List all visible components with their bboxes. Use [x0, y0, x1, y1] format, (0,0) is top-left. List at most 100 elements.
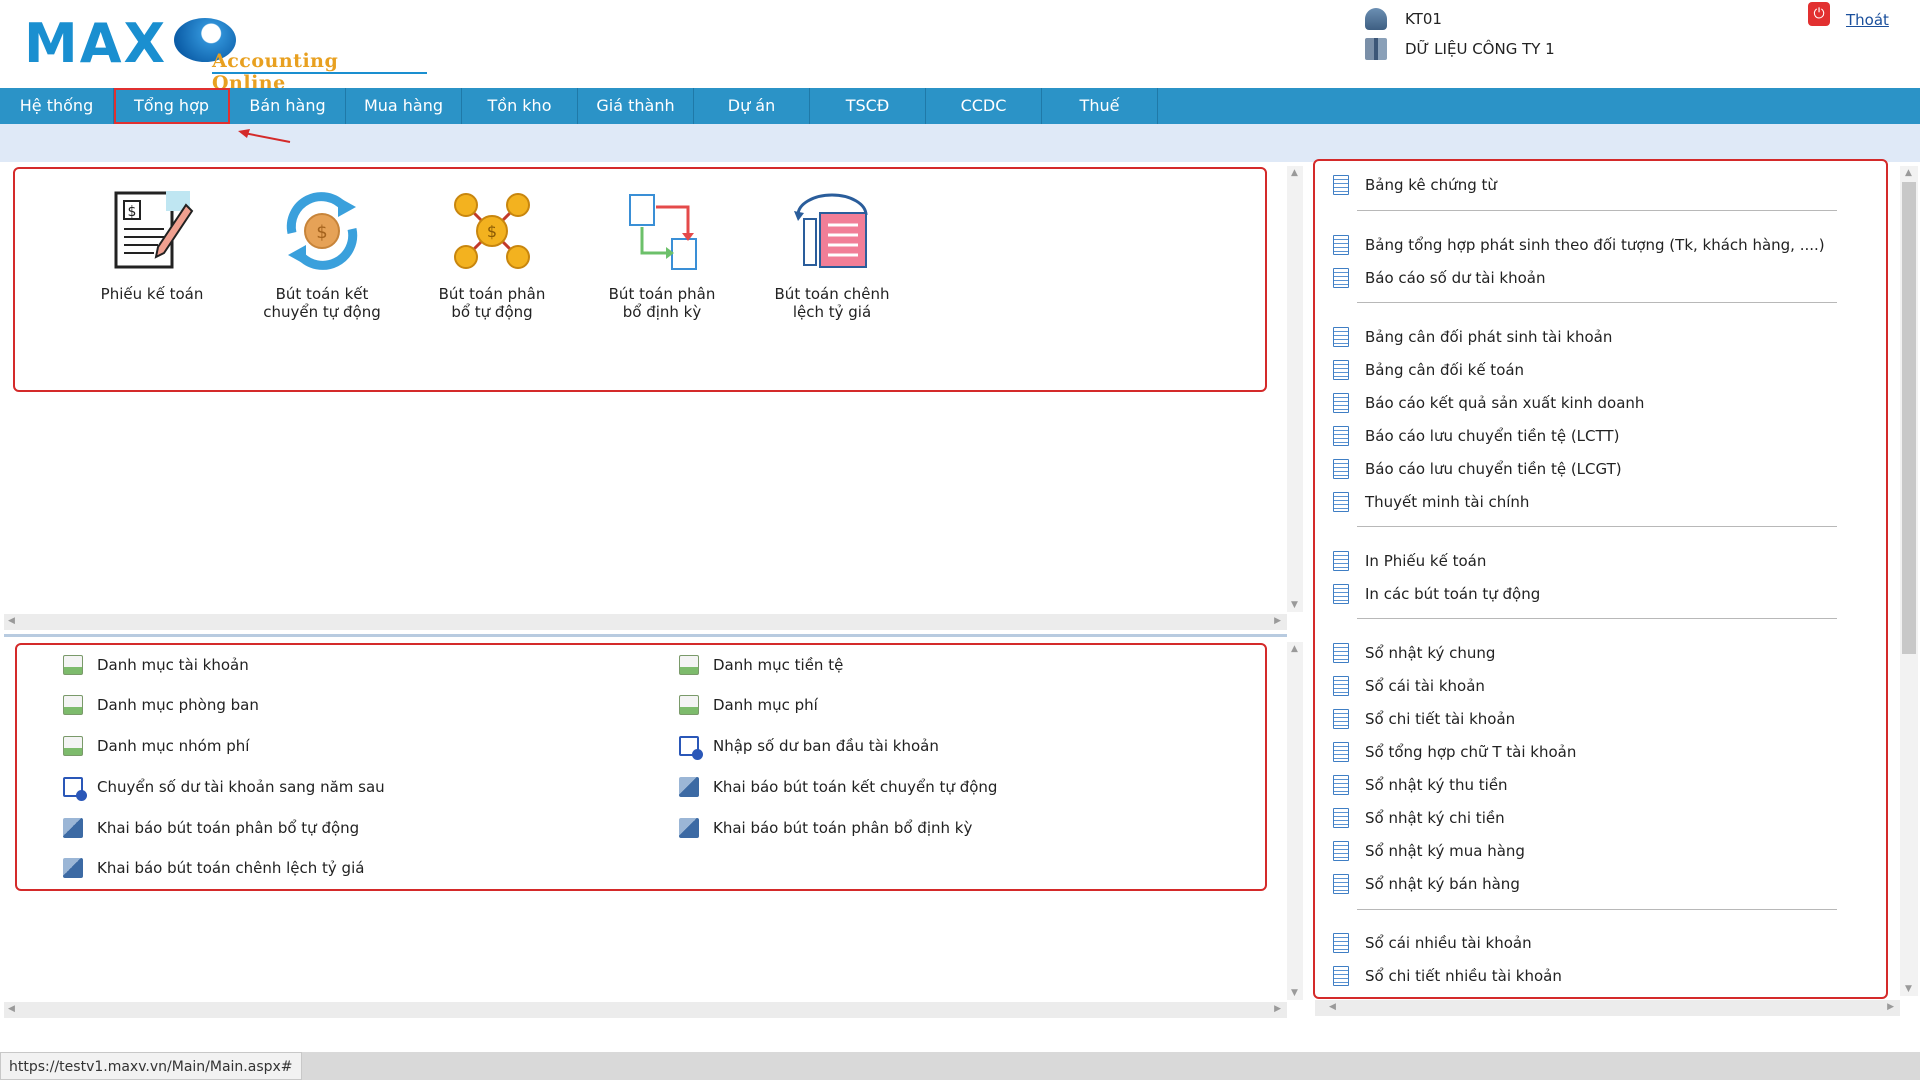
- menu-tscd[interactable]: TSCĐ: [810, 88, 926, 124]
- report-label: Sổ chi tiết nhiều tài khoản: [1365, 967, 1562, 985]
- cat-chuyen-so-du[interactable]: Chuyển số dư tài khoản sang năm sau: [63, 777, 385, 801]
- lower-vertical-scrollbar[interactable]: ▲ ▼: [1287, 642, 1303, 1000]
- cube-icon: [679, 818, 699, 838]
- scroll-left-icon[interactable]: ◀: [8, 1004, 15, 1014]
- report-label: Bảng kê chứng từ: [1365, 176, 1497, 194]
- cat-danh-muc-tai-khoan[interactable]: Danh mục tài khoản: [63, 655, 249, 675]
- scroll-down-icon[interactable]: ▼: [1291, 988, 1298, 998]
- report-item[interactable]: Sổ chi tiết nhiều tài khoản: [1333, 966, 1562, 986]
- report-icon: [1333, 268, 1349, 288]
- panel-splitter[interactable]: [4, 634, 1287, 637]
- report-separator: [1357, 526, 1837, 527]
- report-item[interactable]: In các bút toán tự động: [1333, 584, 1540, 604]
- cat-danh-muc-phi[interactable]: Danh mục phí: [679, 695, 818, 715]
- user-icon: [1365, 8, 1387, 30]
- cat-label: Danh mục phí: [713, 696, 818, 714]
- menu-mua-hang[interactable]: Mua hàng: [346, 88, 462, 124]
- upper-vertical-scrollbar[interactable]: ▲ ▼: [1287, 166, 1303, 612]
- right-vertical-scrollbar[interactable]: ▲ ▼: [1900, 166, 1918, 996]
- report-item[interactable]: Sổ chi tiết tài khoản: [1333, 709, 1515, 729]
- report-item[interactable]: Báo cáo lưu chuyển tiền tệ (LCTT): [1333, 426, 1619, 446]
- tile-ket-chuyen-tu-dong[interactable]: $ Bút toán kết chuyển tự động: [257, 189, 387, 321]
- report-item[interactable]: Sổ nhật ký chung: [1333, 643, 1495, 663]
- cat-khai-bao-phan-bo-tu-dong[interactable]: Khai báo bút toán phân bổ tự động: [63, 818, 359, 838]
- scroll-up-icon[interactable]: ▲: [1291, 644, 1298, 654]
- tile-label: Bút toán kết chuyển tự động: [263, 285, 381, 321]
- report-item[interactable]: Bảng kê chứng từ: [1333, 175, 1497, 195]
- report-item[interactable]: Thuyết minh tài chính: [1333, 492, 1529, 512]
- menu-ton-kho[interactable]: Tồn kho: [462, 88, 578, 124]
- tile-phan-bo-tu-dong[interactable]: $ Bút toán phân bổ tự động: [427, 189, 557, 321]
- menu-ban-hang[interactable]: Bán hàng: [230, 88, 346, 124]
- user-info: KT01 DỮ LIỆU CÔNG TY 1: [1365, 8, 1665, 68]
- menu-thue[interactable]: Thuế: [1042, 88, 1158, 124]
- cat-danh-muc-nhom-phi[interactable]: Danh mục nhóm phí: [63, 736, 249, 756]
- lower-horizontal-scrollbar[interactable]: ◀ ▶: [4, 1002, 1287, 1018]
- cat-khai-bao-chenh-lech-ty-gia[interactable]: Khai báo bút toán chênh lệch tỷ giá: [63, 858, 364, 878]
- company-row: DỮ LIỆU CÔNG TY 1: [1365, 38, 1555, 60]
- max-logo[interactable]: MAX Accounting Online: [24, 10, 427, 94]
- cat-label: Khai báo bút toán kết chuyển tự động: [713, 778, 998, 796]
- report-icon: [1333, 584, 1349, 604]
- report-icon: [1333, 175, 1349, 195]
- menu-du-an[interactable]: Dự án: [694, 88, 810, 124]
- cat-label: Danh mục phòng ban: [97, 696, 259, 714]
- list-icon: [63, 695, 83, 715]
- report-item[interactable]: Sổ nhật ký chi tiền: [1333, 808, 1505, 828]
- scroll-up-icon[interactable]: ▲: [1905, 168, 1912, 178]
- list-icon: [63, 736, 83, 756]
- menu-ccdc[interactable]: CCDC: [926, 88, 1042, 124]
- tile-phieu-ke-toan[interactable]: $ Phiếu kế toán: [87, 189, 217, 303]
- menu-tong-hop[interactable]: Tổng hợp: [114, 88, 230, 124]
- annotation-arrow-icon: [238, 129, 291, 143]
- reports-panel: Bảng kê chứng từ Bảng tổng hợp phát sinh…: [1313, 159, 1888, 999]
- logout-link[interactable]: Thoát: [1846, 11, 1889, 29]
- tile-chenh-lech-ty-gia[interactable]: Bút toán chênh lệch tỷ giá: [767, 189, 897, 321]
- list-icon: [679, 695, 699, 715]
- report-item[interactable]: Sổ cái nhiều tài khoản: [1333, 933, 1532, 953]
- cat-khai-bao-ket-chuyen[interactable]: Khai báo bút toán kết chuyển tự động: [679, 777, 997, 797]
- report-item[interactable]: Sổ tổng hợp chữ T tài khoản: [1333, 742, 1576, 762]
- report-item[interactable]: Sổ nhật ký bán hàng: [1333, 874, 1520, 894]
- report-item[interactable]: Bảng tổng hợp phát sinh theo đối tượng (…: [1333, 235, 1825, 255]
- report-icon: [1333, 426, 1349, 446]
- scroll-right-icon[interactable]: ▶: [1274, 1004, 1281, 1014]
- transfer-icon: [63, 777, 87, 801]
- cat-danh-muc-tien-te[interactable]: Danh mục tiền tệ: [679, 655, 843, 675]
- scroll-right-icon[interactable]: ▶: [1887, 1002, 1894, 1012]
- cat-nhap-so-du-ban-dau[interactable]: Nhập số dư ban đầu tài khoản: [679, 736, 939, 760]
- report-item[interactable]: Báo cáo kết quả sản xuất kinh doanh: [1333, 393, 1644, 413]
- cat-label: Danh mục tiền tệ: [713, 656, 844, 674]
- report-item[interactable]: Sổ nhật ký mua hàng: [1333, 841, 1525, 861]
- report-item[interactable]: Báo cáo lưu chuyển tiền tệ (LCGT): [1333, 459, 1622, 479]
- report-item[interactable]: Sổ cái tài khoản: [1333, 676, 1485, 696]
- report-label: Sổ nhật ký mua hàng: [1365, 842, 1525, 860]
- scroll-down-icon[interactable]: ▼: [1291, 600, 1298, 610]
- menu-gia-thanh[interactable]: Giá thành: [578, 88, 694, 124]
- cat-label: Nhập số dư ban đầu tài khoản: [713, 737, 939, 755]
- upper-horizontal-scrollbar[interactable]: ◀ ▶: [4, 614, 1287, 630]
- report-label: In Phiếu kế toán: [1365, 552, 1487, 570]
- scroll-up-icon[interactable]: ▲: [1291, 168, 1298, 178]
- cat-khai-bao-phan-bo-dinh-ky[interactable]: Khai báo bút toán phân bổ định kỳ: [679, 818, 972, 838]
- report-label: Báo cáo lưu chuyển tiền tệ (LCGT): [1365, 460, 1622, 478]
- report-label: Bảng cân đối kế toán: [1365, 361, 1525, 379]
- voucher-icon: $: [114, 191, 194, 269]
- right-horizontal-scrollbar[interactable]: ◀ ▶: [1315, 1000, 1900, 1016]
- cat-danh-muc-phong-ban[interactable]: Danh mục phòng ban: [63, 695, 259, 715]
- report-item[interactable]: Bảng cân đối phát sinh tài khoản: [1333, 327, 1612, 347]
- report-item[interactable]: Bảng cân đối kế toán: [1333, 360, 1524, 380]
- tile-phan-bo-dinh-ky[interactable]: Bút toán phân bổ định kỳ: [597, 189, 727, 321]
- report-item[interactable]: Sổ nhật ký thu tiền: [1333, 775, 1508, 795]
- menu-he-thong[interactable]: Hệ thống: [0, 88, 114, 124]
- scroll-down-icon[interactable]: ▼: [1905, 984, 1912, 994]
- cat-label: Chuyển số dư tài khoản sang năm sau: [97, 778, 385, 796]
- scroll-left-icon[interactable]: ◀: [1329, 1002, 1336, 1012]
- scroll-left-icon[interactable]: ◀: [8, 616, 15, 626]
- power-icon[interactable]: ⏻: [1808, 2, 1830, 26]
- report-label: Thuyết minh tài chính: [1365, 493, 1530, 511]
- report-item[interactable]: Báo cáo số dư tài khoản: [1333, 268, 1545, 288]
- scroll-right-icon[interactable]: ▶: [1274, 616, 1281, 626]
- report-item[interactable]: In Phiếu kế toán: [1333, 551, 1486, 571]
- scroll-thumb[interactable]: [1902, 182, 1916, 654]
